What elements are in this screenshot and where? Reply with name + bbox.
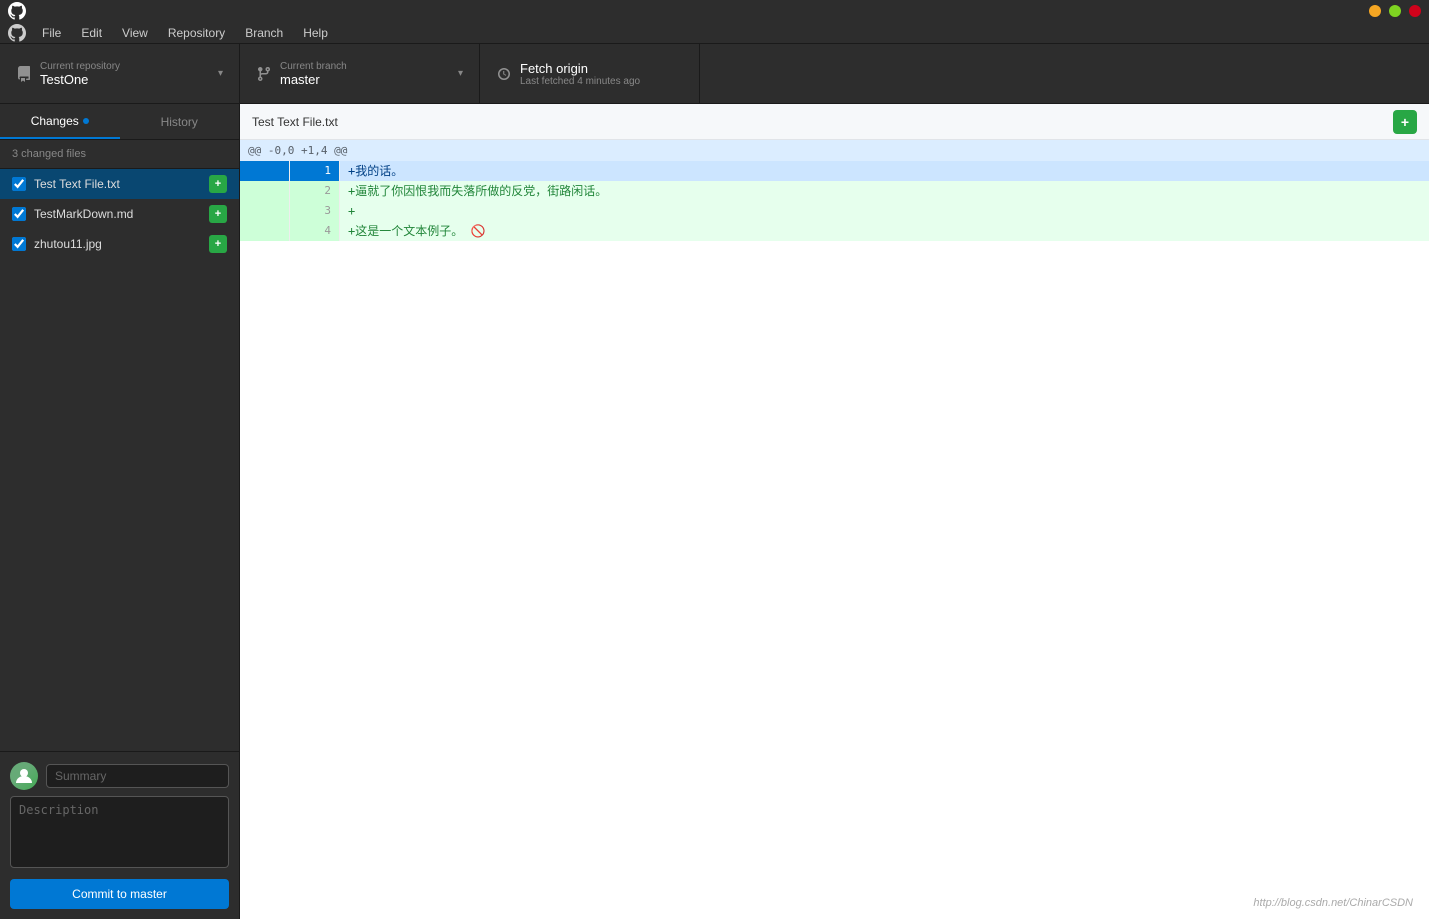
file-name-0: Test Text File.txt xyxy=(34,177,209,191)
changed-files-header: 3 changed files xyxy=(0,140,239,169)
description-input[interactable] xyxy=(10,796,229,868)
diff-filename: Test Text File.txt xyxy=(252,115,338,129)
diff-line-num-old-1 xyxy=(240,161,290,181)
diff-line-4: 4 +这是一个文本例子。 🚫 xyxy=(240,221,1429,241)
current-repo-label: Current repository xyxy=(40,61,120,72)
diff-line-num-old-2 xyxy=(240,181,290,201)
diff-line-content-2: +逼就了你因恨我而失落所做的反党，街路闲话。 xyxy=(340,181,1429,201)
menubar: File Edit View Repository Branch Help xyxy=(0,22,1429,44)
current-branch-label: Current branch xyxy=(280,61,347,72)
fetch-last-fetched: Last fetched 4 minutes ago xyxy=(520,76,640,87)
commit-summary-row xyxy=(10,762,229,790)
file-name-1: TestMarkDown.md xyxy=(34,207,209,221)
sidebar: Changes History 3 changed files Test Tex… xyxy=(0,104,240,919)
current-branch-name: master xyxy=(280,72,320,87)
close-button[interactable]: × xyxy=(1409,5,1421,17)
repo-icon xyxy=(16,66,32,82)
diff-line-num-new-3: 3 xyxy=(290,201,340,221)
menu-help[interactable]: Help xyxy=(295,24,336,42)
menu-file[interactable]: File xyxy=(34,24,69,42)
fetch-origin-title: Fetch origin xyxy=(520,61,588,76)
diff-line-content-1: +我的话。 xyxy=(340,161,1429,181)
avatar-image xyxy=(10,762,38,790)
minimize-button[interactable]: − xyxy=(1369,5,1381,17)
maximize-button[interactable]: □ xyxy=(1389,5,1401,17)
file-item-1[interactable]: TestMarkDown.md + xyxy=(0,199,239,229)
toolbar: Current repository TestOne ▾ Current bra… xyxy=(0,44,1429,104)
repo-chevron-icon: ▾ xyxy=(218,68,223,79)
current-repo-section[interactable]: Current repository TestOne ▾ xyxy=(0,44,240,103)
menu-branch[interactable]: Branch xyxy=(237,24,291,42)
diff-header: Test Text File.txt + xyxy=(240,104,1429,140)
menu-repository[interactable]: Repository xyxy=(160,24,233,42)
commit-area: Commit to master xyxy=(0,751,239,919)
file-checkbox-0[interactable] xyxy=(12,177,26,191)
diff-line-3: 3 + xyxy=(240,201,1429,221)
diff-line-1: 1 +我的话。 xyxy=(240,161,1429,181)
watermark: http://blog.csdn.net/ChinarCSDN xyxy=(1253,897,1413,909)
menu-view[interactable]: View xyxy=(114,24,156,42)
diff-area: Test Text File.txt + @@ -0,0 +1,4 @@ 1 +… xyxy=(240,104,1429,919)
diff-line-num-new-4: 4 xyxy=(290,221,340,241)
file-checkbox-1[interactable] xyxy=(12,207,26,221)
branch-icon xyxy=(256,66,272,82)
avatar xyxy=(10,762,38,790)
branch-chevron-icon: ▾ xyxy=(458,68,463,79)
menu-edit[interactable]: Edit xyxy=(73,24,110,42)
current-branch-section[interactable]: Current branch master ▾ xyxy=(240,44,480,103)
file-checkbox-2[interactable] xyxy=(12,237,26,251)
tab-changes[interactable]: Changes xyxy=(0,104,120,139)
diff-add-button[interactable]: + xyxy=(1393,110,1417,134)
changes-dot xyxy=(83,118,89,124)
diff-content: @@ -0,0 +1,4 @@ 1 +我的话。 2 +逼就了你因恨我而失落所做的… xyxy=(240,140,1429,919)
diff-line-content-3: + xyxy=(340,201,1429,221)
file-list: Test Text File.txt + TestMarkDown.md + z… xyxy=(0,169,239,751)
summary-input[interactable] xyxy=(46,764,229,788)
main-layout: Changes History 3 changed files Test Tex… xyxy=(0,104,1429,919)
diff-line-num-old-3 xyxy=(240,201,290,221)
diff-line-num-new-1: 1 xyxy=(290,161,340,181)
file-name-2: zhutou11.jpg xyxy=(34,237,209,251)
file-item-0[interactable]: Test Text File.txt + xyxy=(0,169,239,199)
commit-to-master-button[interactable]: Commit to master xyxy=(10,879,229,909)
diff-line-content-4: +这是一个文本例子。 🚫 xyxy=(340,221,1429,241)
diff-line-num-old-4 xyxy=(240,221,290,241)
fetch-origin-section[interactable]: Fetch origin Last fetched 4 minutes ago xyxy=(480,44,700,103)
fetch-icon xyxy=(496,66,512,82)
diff-actions: + xyxy=(1393,110,1417,134)
file-item-2[interactable]: zhutou11.jpg + xyxy=(0,229,239,259)
sidebar-tabs: Changes History xyxy=(0,104,239,140)
file-status-icon-2: + xyxy=(209,235,227,253)
diff-hunk-header: @@ -0,0 +1,4 @@ xyxy=(240,140,1429,161)
file-status-icon-0: + xyxy=(209,175,227,193)
diff-line-num-new-2: 2 xyxy=(290,181,340,201)
window-controls[interactable]: − □ × xyxy=(1369,5,1421,17)
current-repo-name: TestOne xyxy=(40,72,88,87)
tab-history[interactable]: History xyxy=(120,104,240,139)
app-logo-icon xyxy=(8,24,26,42)
diff-line-2: 2 +逼就了你因恨我而失落所做的反党，街路闲话。 xyxy=(240,181,1429,201)
titlebar: − □ × xyxy=(0,0,1429,22)
file-status-icon-1: + xyxy=(209,205,227,223)
